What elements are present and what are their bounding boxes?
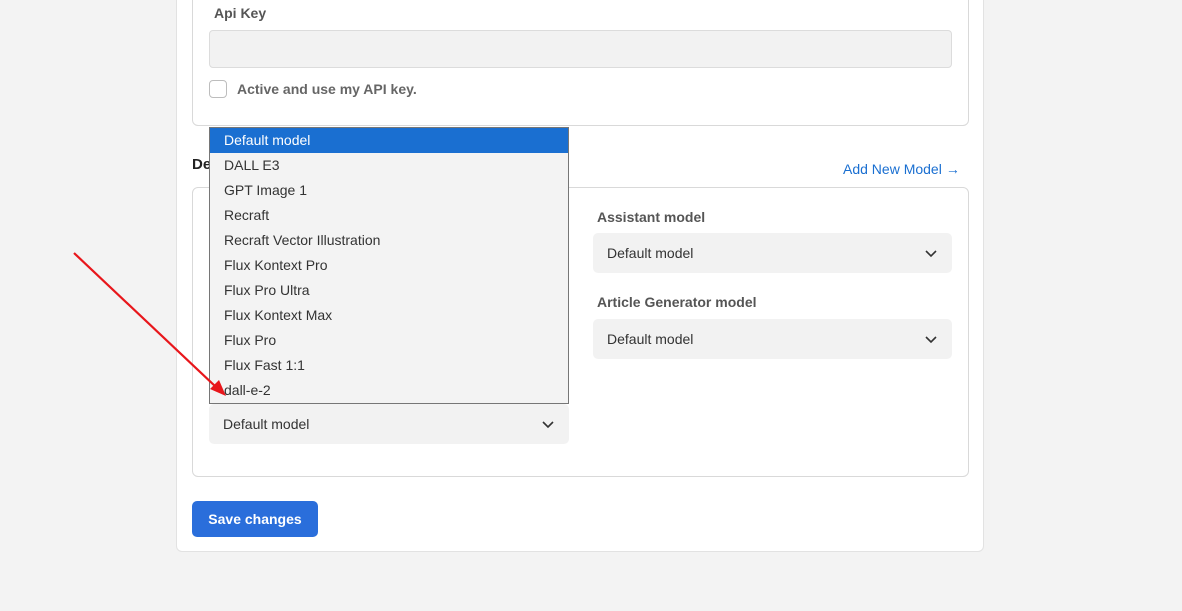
arrow-right-icon: → [945, 161, 960, 177]
article-generator-model-select[interactable]: Default model [593, 319, 952, 359]
save-changes-button[interactable]: Save changes [192, 501, 318, 537]
add-new-model-label: Add New Model [843, 161, 942, 177]
dropdown-option[interactable]: DALL E3 [210, 153, 568, 178]
dropdown-option[interactable]: GPT Image 1 [210, 178, 568, 203]
image-model-dropdown-list[interactable]: Default model DALL E3 GPT Image 1 Recraf… [209, 127, 569, 404]
assistant-model-label: Assistant model [597, 209, 706, 225]
chevron-down-icon [925, 336, 937, 344]
dropdown-option[interactable]: Flux Fast 1:1 [210, 353, 568, 378]
assistant-model-value: Default model [607, 245, 694, 261]
article-generator-model-value: Default model [607, 331, 694, 347]
dropdown-option[interactable]: Default model [210, 128, 568, 153]
dropdown-option[interactable]: Recraft Vector Illustration [210, 228, 568, 253]
dropdown-option[interactable]: Flux Kontext Max [210, 303, 568, 328]
article-generator-model-label: Article Generator model [597, 294, 757, 310]
dropdown-option[interactable]: dall-e-2 [210, 378, 568, 403]
add-new-model-link[interactable]: Add New Model → [843, 161, 960, 177]
chevron-down-icon [542, 421, 554, 429]
chevron-down-icon [925, 250, 937, 258]
image-model-value: Default model [223, 416, 310, 432]
api-key-label: Api Key [214, 5, 267, 21]
image-model-select[interactable]: Default model [209, 404, 569, 444]
dropdown-option[interactable]: Flux Pro Ultra [210, 278, 568, 303]
assistant-model-select[interactable]: Default model [593, 233, 952, 273]
use-api-key-checkbox[interactable] [209, 80, 227, 98]
api-key-input[interactable] [209, 30, 952, 68]
dropdown-option[interactable]: Recraft [210, 203, 568, 228]
dropdown-option[interactable]: Flux Pro [210, 328, 568, 353]
dropdown-option[interactable]: Flux Kontext Pro [210, 253, 568, 278]
use-api-key-checkbox-label[interactable]: Active and use my API key. [237, 81, 417, 97]
